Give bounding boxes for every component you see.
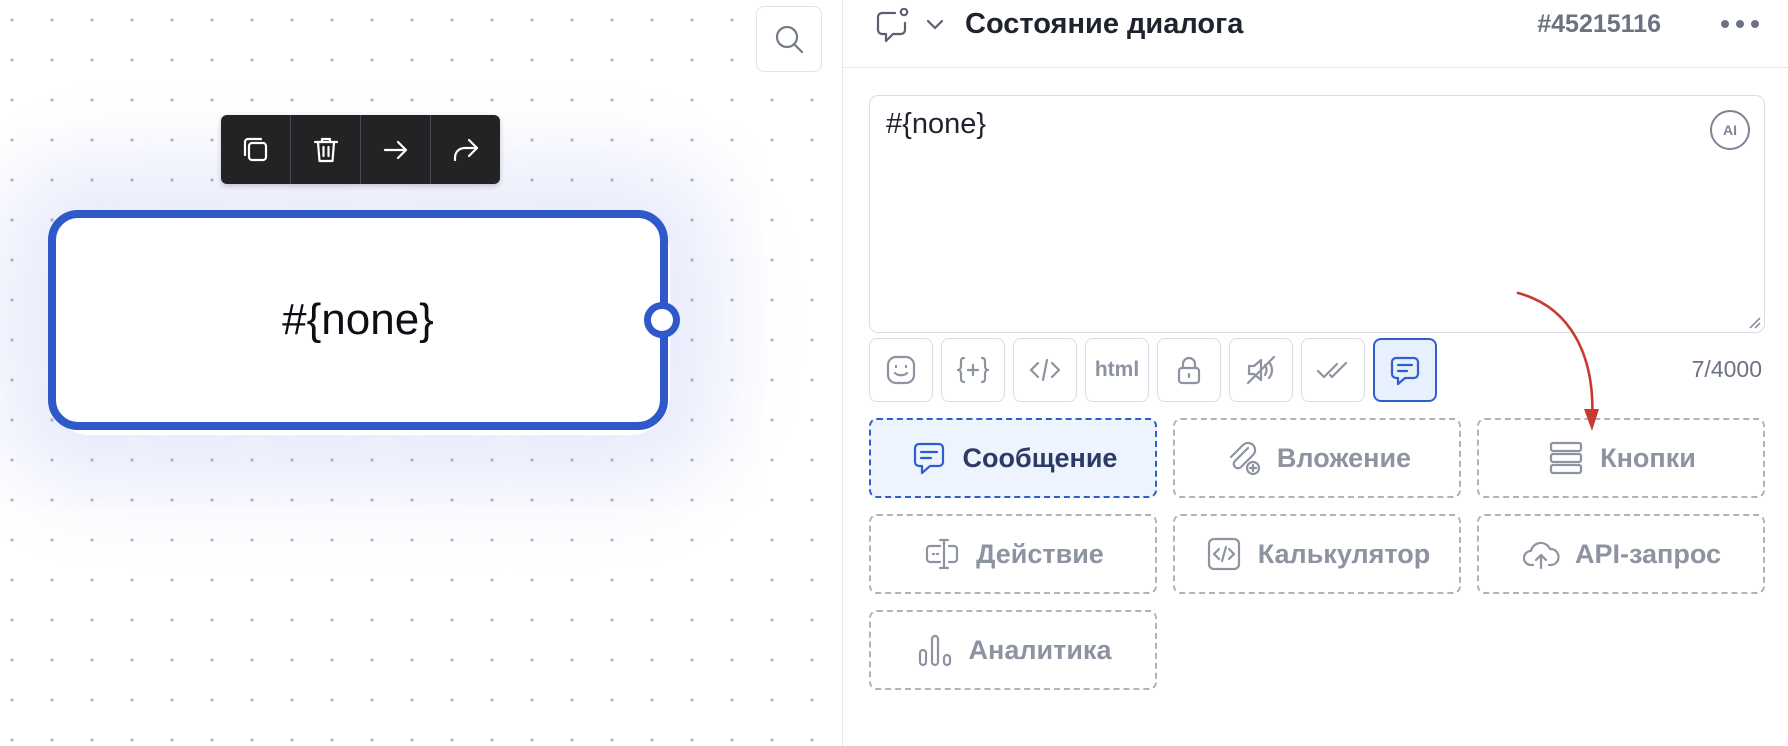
block-label: Кнопки — [1600, 442, 1696, 473]
ai-assist-button[interactable]: AI — [1710, 110, 1750, 150]
duplicate-node-button[interactable] — [221, 115, 291, 184]
state-type-selector[interactable] — [873, 6, 913, 46]
emoji-button[interactable] — [869, 338, 933, 402]
insert-variable-button[interactable] — [941, 338, 1005, 402]
node-title: #{none} — [282, 295, 434, 344]
html-button[interactable]: html — [1085, 338, 1149, 402]
dialog-state-node[interactable]: #{none} — [48, 210, 668, 430]
add-api-request-block-button[interactable]: API-запрос — [1477, 514, 1765, 594]
analytics-bars-icon — [918, 634, 951, 667]
arrow-right-icon — [383, 140, 407, 159]
voice-off-icon — [1246, 355, 1276, 385]
block-label: Калькулятор — [1257, 538, 1431, 569]
message-text[interactable]: #{none} — [886, 108, 986, 141]
panel-header: Состояние диалога #45215116 — [843, 0, 1788, 68]
lock-button[interactable] — [1157, 338, 1221, 402]
buttons-list-icon — [1550, 441, 1583, 475]
voice-toggle-button[interactable] — [1229, 338, 1293, 402]
delete-node-button[interactable] — [291, 115, 361, 184]
chevron-down-icon — [926, 19, 944, 30]
add-message-block-button[interactable]: Сообщение — [869, 418, 1157, 498]
cloud-upload-icon — [1522, 541, 1560, 570]
more-dots-icon — [1721, 20, 1729, 28]
code-button[interactable] — [1013, 338, 1077, 402]
attachment-icon — [1229, 441, 1261, 476]
format-toolbar: html — [869, 338, 1437, 402]
html-label: html — [1094, 358, 1140, 381]
double-check-icon — [1316, 361, 1348, 379]
code-icon — [1029, 358, 1061, 382]
message-format-button[interactable] — [1373, 338, 1437, 402]
action-icon — [926, 538, 959, 570]
message-editor[interactable]: #{none} AI — [869, 95, 1765, 333]
add-calculator-block-button[interactable]: Калькулятор — [1173, 514, 1461, 594]
state-type-dropdown[interactable] — [923, 12, 947, 36]
more-options-button[interactable] — [1721, 12, 1759, 36]
block-label: Аналитика — [968, 634, 1112, 665]
resize-grip-icon — [1749, 317, 1761, 329]
block-label: Действие — [976, 538, 1104, 569]
character-counter: 7/4000 — [1691, 356, 1762, 382]
share-icon — [453, 138, 478, 161]
node-output-port[interactable] — [644, 302, 680, 338]
variable-icon — [956, 356, 990, 384]
redirect-node-button[interactable] — [431, 115, 500, 184]
block-label: API-запрос — [1574, 538, 1722, 569]
message-icon — [1390, 356, 1420, 386]
copy-icon — [243, 137, 267, 161]
read-receipt-button[interactable] — [1301, 338, 1365, 402]
connect-node-button[interactable] — [361, 115, 431, 184]
canvas-search-button[interactable] — [756, 6, 822, 72]
resize-handle[interactable] — [1747, 315, 1761, 329]
add-attachment-block-button[interactable]: Вложение — [1173, 418, 1461, 498]
emoji-icon — [886, 355, 916, 385]
calculator-code-icon — [1207, 537, 1240, 571]
message-icon — [913, 442, 944, 475]
panel-title: Состояние диалога — [965, 8, 1244, 40]
state-settings-panel: Состояние диалога #45215116 #{none} AI h… — [842, 0, 1788, 746]
flow-canvas[interactable]: #{none} — [0, 0, 842, 746]
block-label: Вложение — [1276, 442, 1412, 473]
search-icon — [775, 25, 804, 54]
add-action-block-button[interactable]: Действие — [869, 514, 1157, 594]
lock-icon — [1177, 356, 1201, 385]
block-label: Сообщение — [962, 442, 1118, 473]
state-id: #45215116 — [1537, 10, 1661, 38]
trash-icon — [313, 137, 338, 162]
chat-bubble-icon — [876, 7, 909, 43]
add-analytics-block-button[interactable]: Аналитика — [869, 610, 1157, 690]
node-toolbar — [221, 115, 500, 184]
add-buttons-block-button[interactable]: Кнопки — [1477, 418, 1765, 498]
